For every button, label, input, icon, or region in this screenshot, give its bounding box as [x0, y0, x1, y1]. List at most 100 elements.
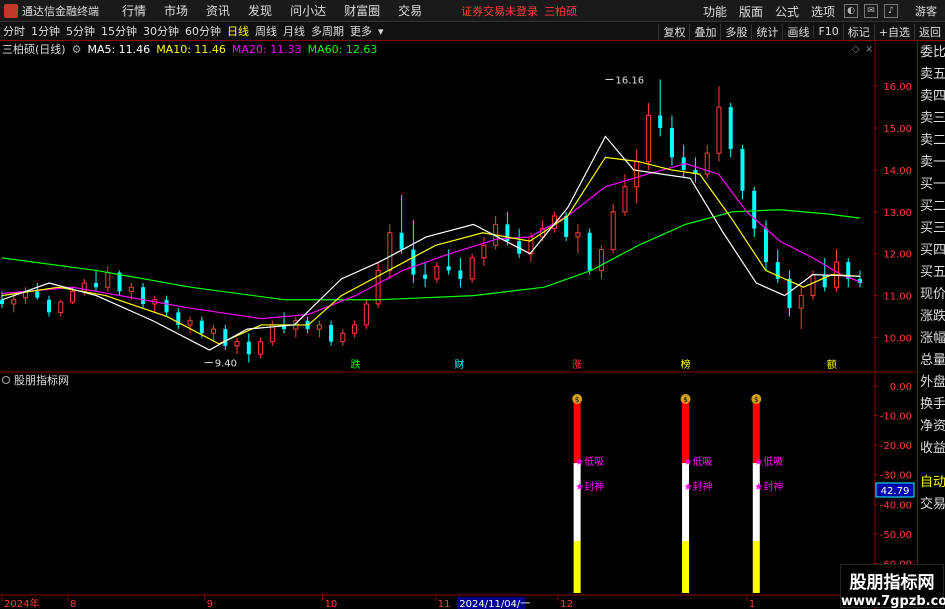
f10-button[interactable]: F10 — [813, 25, 842, 38]
candle-body — [81, 282, 87, 292]
y-tick-label: 0.00 — [890, 382, 912, 393]
ma-line-ma60 — [1, 209, 861, 301]
skin-icon[interactable]: ◐ — [844, 4, 858, 18]
menu-item-ask[interactable]: 问小达 — [281, 2, 335, 19]
candle-body — [434, 265, 440, 280]
event-marker: 跌 — [351, 358, 361, 371]
indicator-settings-icon — [2, 376, 10, 384]
period-5min[interactable]: 5分钟 — [63, 23, 98, 39]
candle-body — [752, 190, 757, 229]
event-marker: 额 — [827, 358, 837, 371]
period-15min[interactable]: 15分钟 — [98, 23, 140, 39]
y-tick-label: -40.00 — [880, 500, 912, 511]
sidebar-item-8: 买三 — [920, 221, 945, 236]
signal-label-fengshen: ★封神 — [684, 480, 713, 493]
candle-body — [234, 341, 240, 347]
back-button[interactable]: 返回 — [914, 23, 945, 40]
menu-item-news[interactable]: 资讯 — [197, 2, 239, 19]
login-notice[interactable]: 证券交易未登录 — [461, 3, 538, 19]
y-tick-label: -10.00 — [880, 412, 912, 423]
signal-label-fengshen: ★封神 — [575, 480, 604, 493]
y-tick-label: 12.00 — [883, 250, 912, 261]
candle-body — [598, 249, 604, 271]
sidebar-lower-item-0[interactable]: 自动 — [918, 472, 945, 494]
mail-icon[interactable]: ✉ — [864, 4, 878, 18]
ma10-label: MA10: 11.46 — [156, 42, 226, 56]
sidebar-item-0: 委比 — [920, 45, 945, 60]
add-watchlist-button[interactable]: +自选 — [873, 23, 914, 40]
y-tick-label: -30.00 — [880, 471, 912, 482]
signal-bar-white — [752, 463, 760, 541]
candle-body — [141, 287, 146, 304]
sidebar-item-11: 现价 — [920, 287, 945, 302]
adjust-button[interactable]: 复权 — [658, 23, 689, 40]
menu-item-layout[interactable]: 版面 — [733, 3, 769, 20]
indicator-title: 股朋指标网 — [14, 373, 69, 387]
menu-item-trade[interactable]: 交易 — [389, 2, 431, 19]
money-bag-glyph: $ — [575, 396, 579, 404]
time-tick-label: 1 — [749, 599, 755, 609]
period-daily[interactable]: 日线 — [224, 23, 252, 39]
y-tick-label: -20.00 — [880, 441, 912, 452]
toolbar-right: 复权 叠加 多股 统计 画线 F10 标记 +自选 返回 — [658, 22, 945, 41]
price-annotation: 9.40 — [215, 359, 237, 370]
period-tick[interactable]: 分时 — [0, 23, 28, 39]
menu-item-function[interactable]: 功能 — [697, 3, 733, 20]
kline-chart[interactable]: 16.0015.0014.0013.0012.0011.0010.0016.16… — [0, 41, 917, 609]
period-1min[interactable]: 1分钟 — [28, 23, 63, 39]
menu-item-discover[interactable]: 发现 — [239, 2, 281, 19]
candle-body — [798, 295, 804, 309]
sidebar-item-5: 卖一 — [920, 155, 945, 170]
period-more[interactable]: 更多 — [347, 23, 375, 39]
candle-body — [469, 257, 475, 280]
menu-item-wealth[interactable]: 财富圈 — [335, 2, 389, 19]
overlay-button[interactable]: 叠加 — [689, 23, 720, 40]
candle-body — [11, 299, 17, 305]
candle-body — [58, 301, 64, 313]
draw-line-button[interactable]: 画线 — [782, 23, 813, 40]
sidebar-item-4: 卖二 — [920, 133, 945, 148]
candle-body — [423, 274, 428, 279]
event-marker: 财 — [454, 358, 464, 371]
money-bag-glyph: $ — [683, 396, 687, 404]
candle-body — [622, 186, 628, 213]
candle-body — [94, 283, 99, 288]
candle-body — [645, 114, 651, 163]
period-multi[interactable]: 多周期 — [308, 23, 347, 39]
period-weekly[interactable]: 周线 — [252, 23, 280, 39]
multi-stock-button[interactable]: 多股 — [720, 23, 751, 40]
candle-body — [446, 266, 451, 271]
candle-body — [564, 216, 569, 237]
time-tick-label: 8 — [70, 599, 76, 609]
settings-icon[interactable]: ⚙ — [72, 43, 82, 56]
bell-icon[interactable]: ♪ — [884, 4, 898, 18]
period-60min[interactable]: 60分钟 — [182, 23, 224, 39]
sidebar-lower-item-1[interactable]: 交易 — [918, 494, 945, 516]
sidebar-item-14: 总量 — [920, 353, 945, 368]
signal-bar-white — [573, 463, 581, 541]
candle-body — [0, 299, 4, 304]
menu-item-formula[interactable]: 公式 — [769, 3, 805, 20]
period-30min[interactable]: 30分钟 — [140, 23, 182, 39]
candle-body — [199, 320, 204, 334]
candle-body — [258, 341, 264, 355]
candle-body — [575, 232, 581, 238]
stats-button[interactable]: 统计 — [751, 23, 782, 40]
ma60-label: MA60: 12.63 — [307, 42, 378, 56]
period-monthly[interactable]: 月线 — [280, 23, 308, 39]
mark-button[interactable]: 标记 — [842, 23, 874, 40]
signal-label-lowbuy: ★低吸 — [684, 455, 713, 468]
sidebar-item-13: 涨幅 — [920, 331, 945, 346]
time-cursor-label: 2024/11/04/一 — [459, 599, 530, 609]
app-title: 通达信金融终端 — [22, 4, 99, 18]
ma-line-ma20 — [1, 163, 861, 320]
dropdown-icon[interactable]: ▾ — [375, 25, 387, 38]
ma-legend: 三柏硕(日线) ⚙ MA5: 11.46 MA10: 11.46 MA20: 1… — [2, 42, 383, 57]
menu-item-quotes[interactable]: 行情 — [113, 2, 155, 19]
time-tick-label: 9 — [207, 599, 213, 609]
candle-body — [211, 328, 217, 334]
app-logo-icon — [4, 3, 18, 18]
menu-item-options[interactable]: 选项 — [805, 3, 841, 20]
guest-label[interactable]: 游客 — [915, 3, 937, 19]
menu-item-market[interactable]: 市场 — [155, 2, 197, 19]
